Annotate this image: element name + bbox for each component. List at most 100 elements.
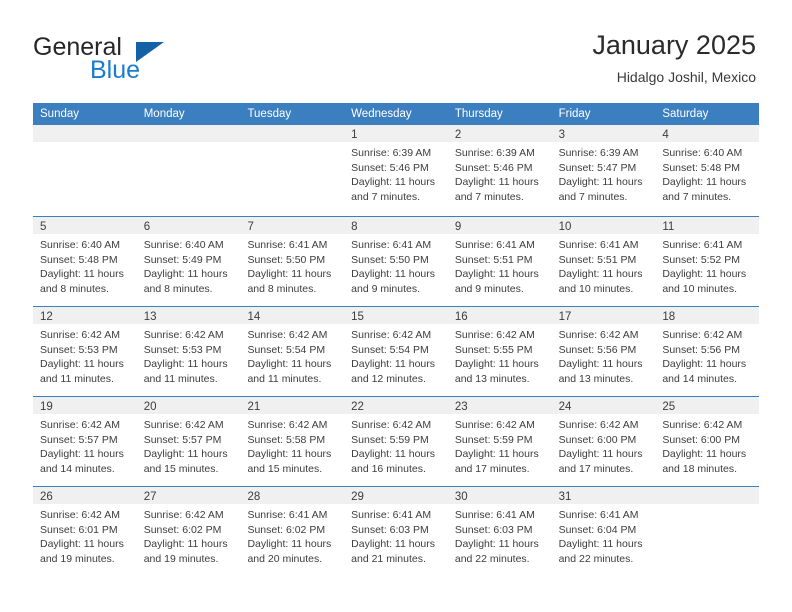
calendar-day-cell[interactable]: 10 Sunrise: 6:41 AM Sunset: 5:51 PM Dayligh… — [551, 216, 656, 305]
day-number-strip: 23 — [447, 397, 552, 414]
daylight-duration-line1: Daylight: 11 hours — [662, 448, 747, 460]
daylight-duration-line2: and 21 minutes. — [351, 552, 426, 565]
general-blue-logo: General Blue — [33, 34, 213, 86]
sunrise-time: Sunrise: 6:42 AM — [662, 419, 743, 431]
day-number: 24 — [558, 401, 572, 413]
weekday-tuesday: Tuesday — [247, 108, 292, 120]
sunset-time: Sunset: 5:57 PM — [143, 433, 222, 446]
sunset-time: Sunset: 5:56 PM — [662, 343, 740, 356]
sunset-time: Sunset: 5:59 PM — [351, 433, 429, 446]
day-details: Sunrise: 6:41 AM Sunset: 5:50 PM Daylight:… — [344, 234, 448, 296]
daylight-duration-line1: Daylight: 11 hours — [558, 176, 643, 188]
calendar-week-row: 1 Sunrise: 6:39 AM Sunset: 5:46 PM Daylight… — [33, 125, 760, 215]
calendar-day-cell[interactable]: 20 Sunrise: 6:42 AM Sunset: 5:57 PM Dayligh… — [136, 396, 241, 485]
sunset-time: Sunset: 5:49 PM — [143, 253, 222, 266]
day-details: Sunrise: 6:42 AM Sunset: 5:57 PM Daylight:… — [137, 414, 241, 476]
day-number-strip: 26 — [33, 487, 137, 504]
day-details: Sunrise: 6:40 AM Sunset: 5:49 PM Daylight:… — [137, 234, 241, 296]
calendar-day-cell[interactable]: 18 Sunrise: 6:42 AM Sunset: 5:56 PM Dayligh… — [655, 306, 760, 395]
day-number: 2 — [454, 129, 462, 141]
calendar-day-cell[interactable]: 11 Sunrise: 6:41 AM Sunset: 5:52 PM Dayligh… — [655, 216, 760, 305]
page-header: General Blue January 2025 Hidalgo Joshil… — [0, 0, 792, 103]
day-number: 3 — [558, 129, 565, 141]
calendar-page: General Blue January 2025 Hidalgo Joshil… — [0, 0, 792, 612]
weekday-monday: Monday — [143, 108, 185, 120]
daylight-duration-line1: Daylight: 11 hours — [143, 358, 228, 370]
calendar-day-cell[interactable]: 27 Sunrise: 6:42 AM Sunset: 6:02 PM Dayligh… — [136, 486, 241, 575]
calendar-day-cell[interactable]: 5 Sunrise: 6:40 AM Sunset: 5:48 PM Daylight… — [33, 216, 137, 305]
sunset-time: Sunset: 6:02 PM — [143, 523, 222, 536]
day-number-strip: 31 — [551, 487, 656, 504]
calendar-day-cell[interactable]: 13 Sunrise: 6:42 AM Sunset: 5:53 PM Dayligh… — [136, 306, 241, 395]
day-details: Sunrise: 6:42 AM Sunset: 6:01 PM Daylight:… — [33, 504, 137, 566]
calendar-day-cell[interactable]: 26 Sunrise: 6:42 AM Sunset: 6:01 PM Dayligh… — [33, 486, 137, 575]
calendar-day-cell[interactable]: 14 Sunrise: 6:42 AM Sunset: 5:54 PM Dayligh… — [240, 306, 345, 395]
calendar-day-cell[interactable]: 3 Sunrise: 6:39 AM Sunset: 5:47 PM Daylight… — [551, 125, 656, 215]
calendar-day-cell[interactable]: 21 Sunrise: 6:42 AM Sunset: 5:58 PM Dayligh… — [240, 396, 345, 485]
day-number-strip: 12 — [33, 307, 137, 324]
daylight-duration-line1: Daylight: 11 hours — [351, 358, 436, 370]
calendar-day-cell[interactable]: 16 Sunrise: 6:42 AM Sunset: 5:55 PM Dayligh… — [447, 306, 552, 395]
calendar-day-cell[interactable]: 19 Sunrise: 6:42 AM Sunset: 5:57 PM Dayligh… — [33, 396, 137, 485]
calendar-day-cell[interactable]: 30 Sunrise: 6:41 AM Sunset: 6:03 PM Dayligh… — [447, 486, 552, 575]
daylight-duration-line2: and 7 minutes. — [662, 190, 732, 203]
calendar-day-cell[interactable]: 15 Sunrise: 6:42 AM Sunset: 5:54 PM Dayligh… — [344, 306, 448, 395]
day-number: 11 — [662, 221, 675, 233]
day-number: 28 — [247, 491, 261, 503]
daylight-duration-line2: and 11 minutes. — [247, 372, 322, 385]
calendar-day-cell[interactable]: 8 Sunrise: 6:41 AM Sunset: 5:50 PM Daylight… — [344, 216, 448, 305]
calendar-day-cell[interactable]: 4 Sunrise: 6:40 AM Sunset: 5:48 PM Daylight… — [655, 125, 760, 215]
daylight-duration-line2: and 7 minutes. — [558, 190, 628, 203]
daylight-duration-line1: Daylight: 11 hours — [454, 268, 539, 280]
day-number-strip — [240, 125, 345, 142]
sunrise-time: Sunrise: 6:40 AM — [662, 147, 743, 159]
sunrise-time: Sunrise: 6:42 AM — [143, 329, 224, 341]
calendar-day-cell[interactable]: 2 Sunrise: 6:39 AM Sunset: 5:46 PM Daylight… — [447, 125, 552, 215]
daylight-duration-line1: Daylight: 11 hours — [247, 538, 332, 550]
sunrise-time: Sunrise: 6:42 AM — [351, 419, 432, 431]
calendar-day-cell[interactable]: 1 Sunrise: 6:39 AM Sunset: 5:46 PM Daylight… — [344, 125, 448, 215]
calendar-day-cell[interactable]: 12 Sunrise: 6:42 AM Sunset: 5:53 PM Dayligh… — [33, 306, 137, 395]
daylight-duration-line2: and 13 minutes. — [454, 372, 530, 385]
calendar-day-cell[interactable]: 22 Sunrise: 6:42 AM Sunset: 5:59 PM Dayligh… — [344, 396, 448, 485]
calendar-day-cell[interactable]: 23 Sunrise: 6:42 AM Sunset: 5:59 PM Dayligh… — [447, 396, 552, 485]
daylight-duration-line2: and 9 minutes. — [351, 282, 421, 295]
calendar-day-cell[interactable]: 25 Sunrise: 6:42 AM Sunset: 6:00 PM Dayligh… — [655, 396, 760, 485]
sunrise-time: Sunrise: 6:39 AM — [351, 147, 432, 159]
day-number-strip: 15 — [344, 307, 448, 324]
day-number-strip — [33, 125, 137, 142]
sunrise-time: Sunrise: 6:42 AM — [143, 419, 224, 431]
calendar-day-cell[interactable]: 6 Sunrise: 6:40 AM Sunset: 5:49 PM Daylight… — [136, 216, 241, 305]
day-number-strip: 4 — [655, 125, 760, 142]
calendar-day-cell[interactable]: 24 Sunrise: 6:42 AM Sunset: 6:00 PM Dayligh… — [551, 396, 656, 485]
calendar-day-cell-empty — [136, 125, 241, 215]
calendar-day-cell[interactable]: 31 Sunrise: 6:41 AM Sunset: 6:04 PM Dayligh… — [551, 486, 656, 575]
day-details: Sunrise: 6:42 AM Sunset: 5:59 PM Daylight:… — [448, 414, 552, 476]
calendar-day-cell[interactable]: 17 Sunrise: 6:42 AM Sunset: 5:56 PM Dayligh… — [551, 306, 656, 395]
page-title: January 2025 — [592, 30, 756, 60]
calendar-week-row: 12 Sunrise: 6:42 AM Sunset: 5:53 PM Dayligh… — [33, 305, 760, 395]
day-details: Sunrise: 6:41 AM Sunset: 5:50 PM Daylight:… — [240, 234, 344, 296]
daylight-duration-line2: and 15 minutes. — [143, 462, 219, 475]
sunrise-time: Sunrise: 6:42 AM — [143, 509, 224, 521]
calendar-day-cell[interactable]: 7 Sunrise: 6:41 AM Sunset: 5:50 PM Daylight… — [240, 216, 345, 305]
daylight-duration-line1: Daylight: 11 hours — [662, 268, 747, 280]
daylight-duration-line2: and 22 minutes. — [454, 552, 530, 565]
sunset-time: Sunset: 6:04 PM — [558, 523, 637, 536]
sunset-time: Sunset: 5:48 PM — [662, 161, 740, 174]
daylight-duration-line1: Daylight: 11 hours — [40, 358, 124, 370]
calendar-day-cell[interactable]: 28 Sunrise: 6:41 AM Sunset: 6:02 PM Dayligh… — [240, 486, 345, 575]
calendar-day-cell[interactable]: 29 Sunrise: 6:41 AM Sunset: 6:03 PM Dayligh… — [344, 486, 448, 575]
day-details: Sunrise: 6:42 AM Sunset: 5:58 PM Daylight:… — [240, 414, 344, 476]
daylight-duration-line2: and 22 minutes. — [558, 552, 634, 565]
sunrise-time: Sunrise: 6:39 AM — [558, 147, 639, 159]
daylight-duration-line1: Daylight: 11 hours — [40, 538, 124, 550]
daylight-duration-line2: and 8 minutes. — [143, 282, 213, 295]
sunrise-time: Sunrise: 6:40 AM — [143, 239, 224, 251]
sunset-time: Sunset: 5:54 PM — [351, 343, 429, 356]
sunrise-time: Sunrise: 6:42 AM — [558, 329, 639, 341]
daylight-duration-line2: and 9 minutes. — [454, 282, 524, 295]
sunrise-time: Sunrise: 6:42 AM — [558, 419, 639, 431]
weekday-header-row: Sunday Monday Tuesday Wednesday Thursday… — [33, 103, 759, 125]
calendar-day-cell[interactable]: 9 Sunrise: 6:41 AM Sunset: 5:51 PM Daylight… — [447, 216, 552, 305]
